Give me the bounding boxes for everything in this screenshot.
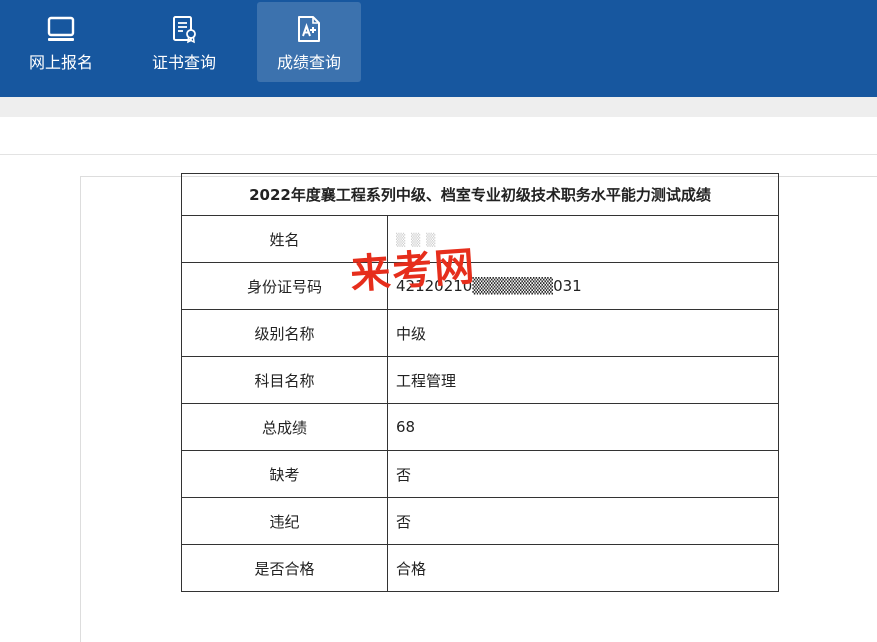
certificate-icon — [173, 16, 196, 44]
row-label-name: 姓名 — [181, 215, 388, 263]
table-title: 2022年度襄工程系列中级、档室专业初级技术职务水平能力测试成绩 — [181, 173, 779, 216]
nav-certificate-query[interactable]: 证书查询 — [144, 2, 224, 82]
table-row: 总成绩 68 — [181, 403, 779, 451]
row-value-absent: 否 — [387, 450, 779, 498]
row-value-subject: 工程管理 — [387, 356, 779, 404]
row-label-pass: 是否合格 — [181, 544, 388, 592]
row-label-level: 级别名称 — [181, 309, 388, 357]
table-row: 违纪 否 — [181, 497, 779, 545]
table-row: 缺考 否 — [181, 450, 779, 498]
sub-header-strip — [0, 97, 877, 117]
top-navigation-bar: 网上报名 证书查询 成绩查询 — [0, 0, 877, 97]
row-value-pass: 合格 — [387, 544, 779, 592]
row-label-violation: 违纪 — [181, 497, 388, 545]
nav-online-registration-label: 网上报名 — [28, 53, 93, 72]
nav-online-registration[interactable]: 网上报名 — [22, 2, 100, 82]
grade-document-icon — [298, 16, 320, 42]
table-title-row: 2022年度襄工程系列中级、档室专业初级技术职务水平能力测试成绩 — [181, 173, 779, 216]
row-label-total-score: 总成绩 — [181, 403, 388, 451]
table-row: 姓名 ▒ ▒ ▒ — [181, 215, 779, 263]
row-label-subject: 科目名称 — [181, 356, 388, 404]
nav-score-query-label: 成绩查询 — [276, 53, 341, 72]
monitor-icon — [47, 16, 75, 41]
section-divider — [0, 154, 877, 155]
row-label-id-number: 身份证号码 — [181, 262, 388, 310]
row-value-violation: 否 — [387, 497, 779, 545]
table-row: 是否合格 合格 — [181, 544, 779, 592]
row-value-level: 中级 — [387, 309, 779, 357]
row-value-total-score: 68 — [387, 403, 779, 451]
score-result-table: 2022年度襄工程系列中级、档室专业初级技术职务水平能力测试成绩 姓名 ▒ ▒ … — [181, 173, 779, 592]
nav-score-query[interactable]: 成绩查询 — [257, 2, 361, 82]
table-row: 身份证号码 42120210▒▒▒▒▒▒▒031 — [181, 262, 779, 310]
table-row: 级别名称 中级 — [181, 309, 779, 357]
row-value-name: ▒ ▒ ▒ — [396, 233, 437, 247]
nav-certificate-query-label: 证书查询 — [151, 53, 216, 72]
row-label-absent: 缺考 — [181, 450, 388, 498]
table-row: 科目名称 工程管理 — [181, 356, 779, 404]
row-value-id-number: 42120210▒▒▒▒▒▒▒031 — [387, 262, 779, 310]
